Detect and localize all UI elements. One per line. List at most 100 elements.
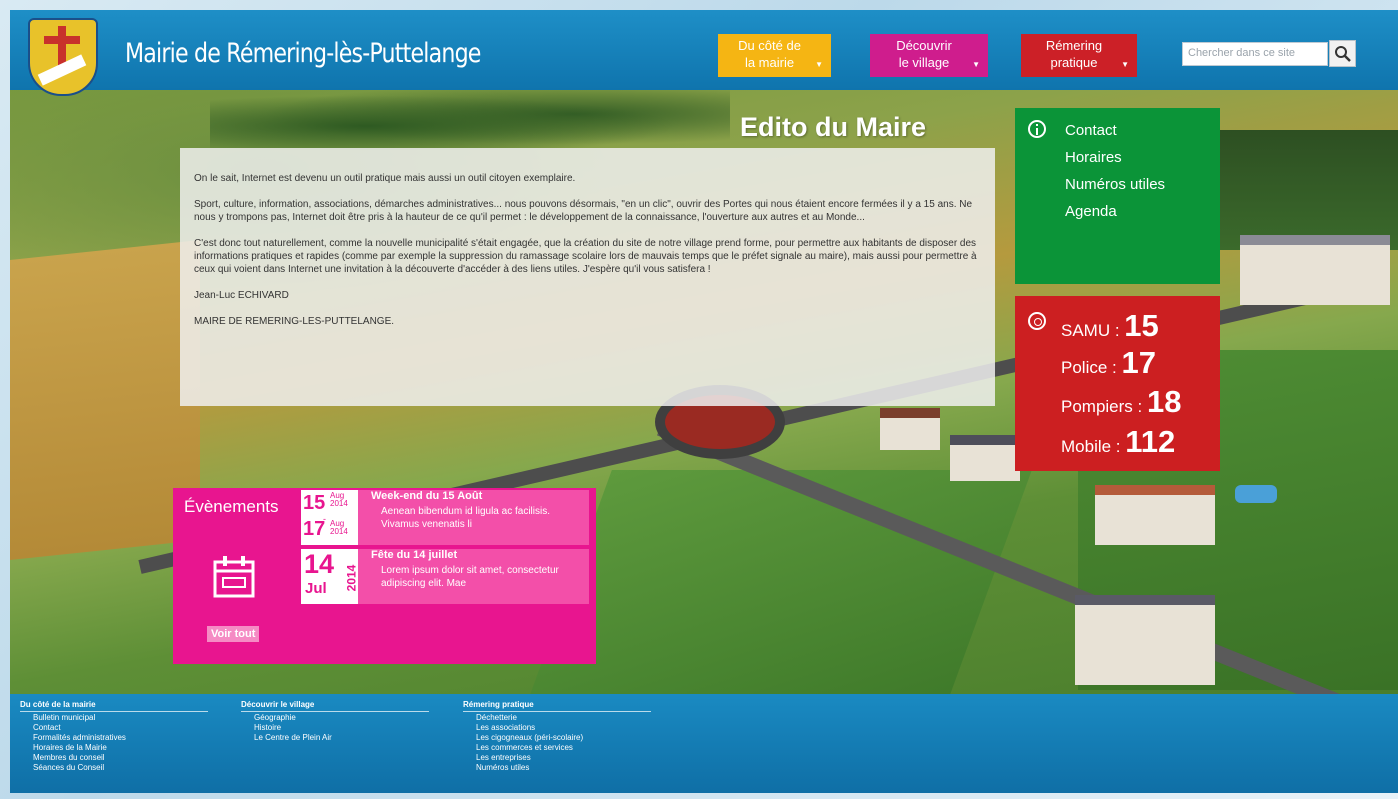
coat-of-arms-logo[interactable] [28,18,98,96]
background-trees [210,90,730,150]
footer-link[interactable]: Bulletin municipal [20,713,208,723]
background-pool [1235,485,1277,503]
emergency-police: Police : 17 [1061,345,1156,381]
event-day-end: 17 [303,518,326,540]
footer-heading[interactable]: Du côté de la mairie [20,700,208,712]
background-trees-right [1218,130,1398,250]
emergency-numbers-panel: SAMU : 15 Police : 17 Pompiers : 18 Mobi… [1015,296,1220,471]
event-item[interactable]: 14 Jul 2014 Fête du 14 juillet Lorem ips… [301,549,589,604]
emergency-samu: SAMU : 15 [1061,308,1159,344]
nav-label-line1: Rémering [1045,38,1103,53]
background-house [880,408,940,450]
edito-text-box: On le sait, Internet est devenu un outil… [180,148,995,406]
event-item[interactable]: 15 Aug 2014 - 17 Aug 2014 Week-end du 15 A… [301,490,589,545]
footer-heading[interactable]: Découvrir le village [241,700,429,712]
edito-paragraph: C'est donc tout naturellement, comme la … [194,238,977,275]
edito-signature: Jean-Luc ECHIVARD [194,290,289,301]
event-year: 2014 [330,499,348,508]
dropdown-caret-icon: ▼ [972,60,980,69]
footer-link[interactable]: Les commerces et services [463,743,651,753]
event-month-end: Aug 2014 [330,520,348,536]
site-footer: Du côté de la mairie Bulletin municipal … [10,694,1398,793]
footer-link[interactable]: Les associations [463,723,651,733]
info-link-contact[interactable]: Contact [1065,117,1165,144]
footer-heading[interactable]: Rémering pratique [463,700,651,712]
edito-title: Edito du Maire [740,112,927,142]
dropdown-caret-icon: ▼ [815,60,823,69]
footer-link[interactable]: Numéros utiles [463,763,651,773]
info-icon [1028,120,1046,138]
event-title[interactable]: Week-end du 15 Août [371,490,482,502]
info-links: Contact Horaires Numéros utiles Agenda [1065,117,1165,225]
events-panel: Évènements Voir tout 15 Aug 2014 - 17 Aug… [173,488,596,664]
footer-link[interactable]: Les entreprises [463,753,651,763]
calendar-icon [213,556,255,598]
footer-link[interactable]: Contact [20,723,208,733]
background-house [950,435,1020,481]
background-house [1075,595,1215,685]
footer-link[interactable]: Membres du conseil [20,753,208,763]
nav-label-line1: Découvrir [896,38,952,53]
event-year: 2014 [344,564,359,592]
nav-remering-pratique[interactable]: Rémering pratique ▼ [1021,34,1137,77]
background-building [1240,235,1390,305]
nav-label-line2: pratique [1050,55,1098,70]
background-field-green [528,470,1032,694]
event-date-badge: 15 Aug 2014 - 17 Aug 2014 [301,490,358,545]
dropdown-caret-icon: ▼ [1121,60,1129,69]
search-icon [1335,46,1351,62]
emergency-label: Pompiers : [1061,397,1147,416]
events-title: Évènements [184,497,279,516]
footer-column-village: Découvrir le village Géographie Histoire… [241,700,429,743]
footer-link[interactable]: Séances du Conseil [20,763,208,773]
event-year: 2014 [330,527,348,536]
footer-link[interactable]: Formalités administratives [20,733,208,743]
edito-paragraph: On le sait, Internet est devenu un outil… [194,173,576,184]
emergency-number: 15 [1124,308,1159,343]
crest-cross-vertical [58,26,66,66]
info-link-horaires[interactable]: Horaires [1065,144,1165,171]
crest-cross-horizontal [44,36,80,44]
event-description: Lorem ipsum dolor sit amet, consectetur … [381,565,559,589]
background-house [1095,485,1215,545]
nav-label-line2: le village [898,55,950,70]
event-date-badge: 14 Jul 2014 [301,549,358,604]
nav-label-line1: Du côté de [738,38,801,53]
event-day-start: 15 [303,492,326,514]
emergency-label: SAMU : [1061,321,1125,340]
info-link-agenda[interactable]: Agenda [1065,198,1165,225]
emergency-number: 18 [1146,384,1182,419]
emergency-label: Police : [1061,358,1122,377]
footer-link[interactable]: Déchetterie [463,713,651,723]
info-link-numeros-utiles[interactable]: Numéros utiles [1065,171,1165,198]
emergency-label: Mobile : [1061,437,1126,456]
emergency-pompiers: Pompiers : 18 [1061,384,1181,420]
footer-column-mairie: Du côté de la mairie Bulletin municipal … [20,700,208,773]
event-description: Aenean bibendum id ligula ac facilisis. … [381,506,550,530]
info-panel: Contact Horaires Numéros utiles Agenda [1015,108,1220,284]
footer-column-pratique: Rémering pratique Déchetterie Les associ… [463,700,651,773]
nav-decouvrir-le-village[interactable]: Découvrir le village ▼ [870,34,988,77]
event-day: 14 [304,549,335,579]
emergency-number: 112 [1125,424,1176,459]
footer-link[interactable]: Histoire [241,723,429,733]
footer-link[interactable]: Les cigogneaux (péri-scolaire) [463,733,651,743]
lifebuoy-icon [1028,312,1046,330]
site-title[interactable]: Mairie de Rémering-lès-Puttelange [125,38,481,69]
search-input[interactable]: Chercher dans ce site [1182,42,1328,66]
nav-label-line2: la mairie [744,55,795,70]
emergency-mobile: Mobile : 112 [1061,424,1175,460]
footer-link[interactable]: Horaires de la Mairie [20,743,208,753]
edito-paragraph: Sport, culture, information, association… [194,199,973,223]
footer-link[interactable]: Géographie [241,713,429,723]
event-month: Jul [305,580,327,597]
background-field-yellow [10,240,200,560]
footer-link[interactable]: Le Centre de Plein Air [241,733,429,743]
edito-signature-title: MAIRE DE REMERING-LES-PUTTELANGE. [194,316,395,327]
nav-du-cote-de-la-mairie[interactable]: Du côté de la mairie ▼ [718,34,831,77]
event-month-start: Aug 2014 [330,492,348,508]
see-all-events-button[interactable]: Voir tout [207,626,260,642]
event-title[interactable]: Fête du 14 juillet [371,549,457,561]
search-button[interactable] [1329,40,1356,67]
site-header: Mairie de Rémering-lès-Puttelange Du côt… [10,10,1398,96]
